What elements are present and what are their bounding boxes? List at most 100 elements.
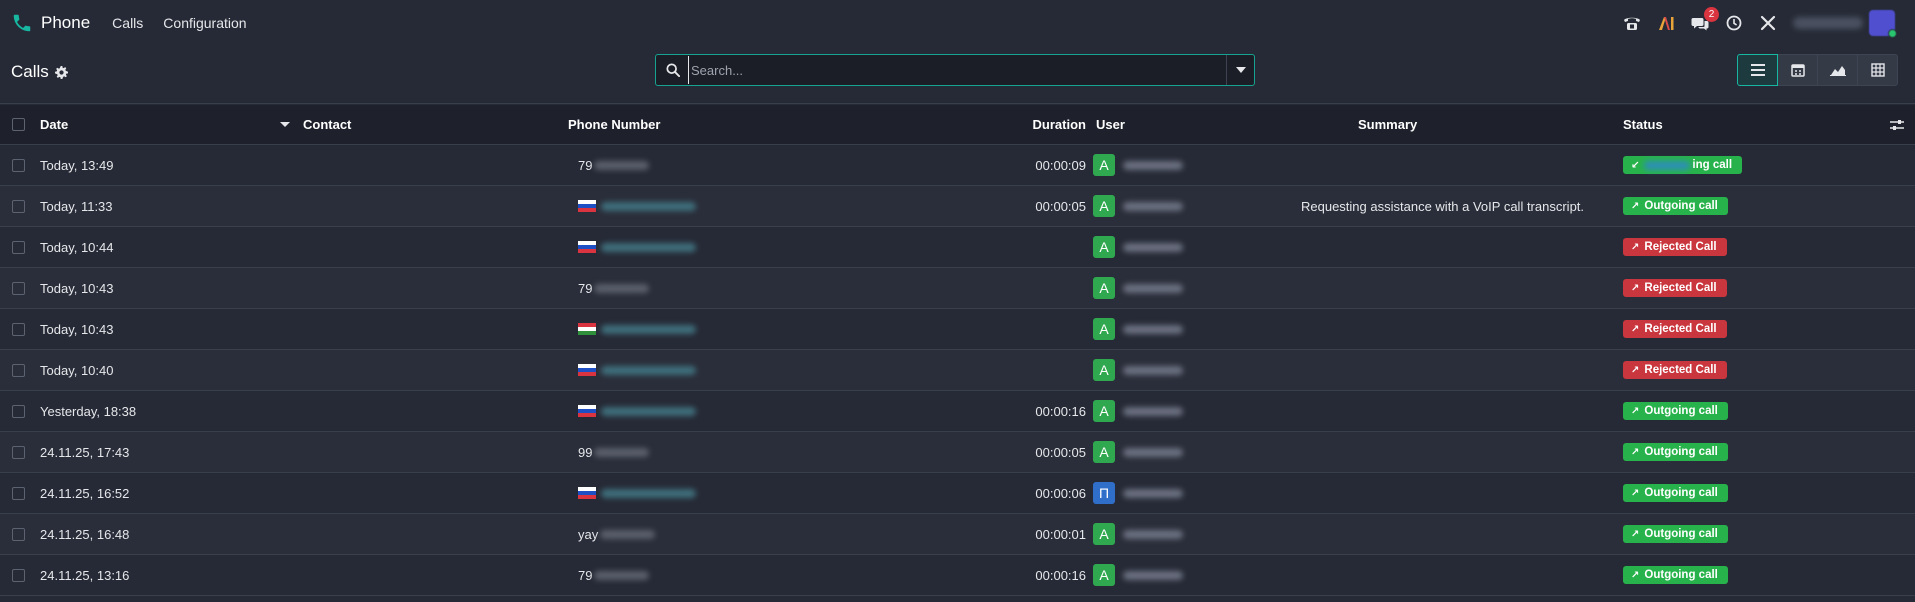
user-avatar-initial: A — [1093, 441, 1115, 463]
phone-number-blurred — [601, 365, 696, 375]
call-date: Yesterday, 18:38 — [40, 403, 137, 419]
arrow-up-right-icon: ↗ — [1631, 569, 1640, 581]
user-avatar[interactable] — [1869, 10, 1897, 38]
call-date: Today, 13:49 — [40, 157, 114, 173]
calendar-view-button[interactable] — [1777, 54, 1818, 86]
user-avatar-initial: A — [1093, 400, 1115, 422]
arrow-up-right-icon: ↗ — [1631, 405, 1640, 417]
call-user: A — [1093, 400, 1183, 422]
table-row[interactable]: Today, 10:43 79 A ↗ Rejected Call — [0, 268, 1915, 309]
row-checkbox[interactable] — [12, 281, 25, 295]
row-checkbox[interactable] — [12, 322, 25, 336]
call-duration: 00:00:06 — [1035, 485, 1086, 501]
call-user: A — [1093, 236, 1183, 258]
select-all-checkbox[interactable] — [12, 118, 25, 131]
arrow-up-right-icon: ↗ — [1631, 241, 1640, 253]
column-duration[interactable]: Duration — [1033, 117, 1086, 132]
gear-icon[interactable] — [55, 65, 69, 79]
voip-phone-icon[interactable] — [1621, 12, 1643, 34]
calendar-icon — [1790, 64, 1805, 77]
row-checkbox[interactable] — [12, 568, 25, 582]
table-row[interactable]: 24.11.25, 17:43 99 00:00:05 A ↗ Outgoing… — [0, 432, 1915, 473]
call-duration: 00:00:16 — [1035, 403, 1086, 419]
table-row[interactable]: Today, 10:43 A ↗ Rejected Call — [0, 309, 1915, 350]
user-avatar-initial: A — [1093, 195, 1115, 217]
call-date: Today, 10:40 — [40, 362, 114, 378]
column-user[interactable]: User — [1096, 117, 1125, 132]
top-navbar: Phone Calls Configuration 2 — [0, 0, 1915, 46]
breadcrumb: Calls — [11, 62, 69, 82]
menu-calls[interactable]: Calls — [112, 15, 143, 31]
table-row[interactable]: Today, 13:49 79 00:00:09 A ↙ ing call — [0, 145, 1915, 186]
call-user: П — [1093, 482, 1183, 504]
ai-logo-icon[interactable] — [1655, 12, 1677, 34]
phone-number-prefix: 99 — [578, 444, 593, 460]
table-row[interactable]: 24.11.25, 16:48 yay 00:00:01 A ↗ Outgoin… — [0, 514, 1915, 555]
graph-view-button[interactable] — [1817, 54, 1858, 86]
table-row[interactable]: Today, 10:44 A ↗ Rejected Call — [0, 227, 1915, 268]
tools-icon[interactable] — [1757, 12, 1779, 34]
search-options-toggle[interactable] — [1226, 55, 1254, 85]
call-user: A — [1093, 359, 1183, 381]
menu-configuration[interactable]: Configuration — [163, 15, 246, 31]
arrow-up-right-icon: ↗ — [1631, 446, 1640, 458]
column-date[interactable]: Date — [40, 117, 68, 132]
call-date: 24.11.25, 16:52 — [40, 485, 130, 501]
status-badge: ↙ ing call — [1623, 156, 1743, 174]
arrow-up-right-icon: ↗ — [1631, 487, 1640, 499]
optional-columns-icon[interactable] — [1889, 117, 1905, 133]
row-checkbox[interactable] — [12, 486, 25, 500]
status-label: ing call — [1692, 159, 1733, 171]
user-name-blurred — [1123, 447, 1183, 457]
user-name-blurred — [1123, 324, 1183, 334]
list-icon — [1750, 64, 1765, 76]
call-phone-number — [578, 487, 696, 499]
call-phone-number — [578, 200, 696, 212]
row-checkbox[interactable] — [12, 404, 25, 418]
status-badge: ↗ Rejected Call — [1623, 279, 1727, 297]
column-phone[interactable]: Phone Number — [568, 117, 660, 132]
call-user: A — [1093, 523, 1183, 545]
table-row[interactable]: Today, 10:40 A ↗ Rejected Call — [0, 350, 1915, 391]
status-label: Rejected Call — [1644, 241, 1717, 253]
status-badge: ↗ Outgoing call — [1623, 197, 1728, 215]
phone-number-prefix: 79 — [578, 280, 593, 296]
search-input[interactable] — [688, 56, 1226, 84]
table-row[interactable]: Today, 11:33 00:00:05 A Requesting assis… — [0, 186, 1915, 227]
phone-number-blurred — [594, 570, 650, 580]
pivot-view-button[interactable] — [1857, 54, 1898, 86]
status-label: Rejected Call — [1644, 323, 1717, 335]
call-phone-number: 79 — [578, 568, 650, 583]
call-duration: 00:00:01 — [1035, 526, 1086, 542]
table-row[interactable]: 24.11.25, 16:52 00:00:06 П ↗ Outgoing ca… — [0, 473, 1915, 514]
table-header: Date Contact Phone Number Duration User … — [0, 105, 1915, 145]
messages-icon[interactable]: 2 — [1689, 7, 1719, 34]
call-date: 24.11.25, 17:43 — [40, 444, 130, 460]
row-checkbox[interactable] — [12, 445, 25, 459]
user-name-blurred[interactable] — [1793, 17, 1863, 29]
row-checkbox[interactable] — [12, 240, 25, 254]
clock-icon[interactable] — [1723, 12, 1745, 34]
phone-number-blurred — [601, 406, 696, 416]
list-view-button[interactable] — [1737, 54, 1778, 86]
table-row[interactable]: Yesterday, 18:38 00:00:16 A ↗ Outgoing c… — [0, 391, 1915, 432]
column-contact[interactable]: Contact — [303, 117, 351, 132]
online-status-dot — [1888, 29, 1897, 38]
column-status[interactable]: Status — [1623, 117, 1663, 132]
call-phone-number: 79 — [578, 280, 650, 296]
status-label: Outgoing call — [1644, 200, 1718, 212]
column-summary[interactable]: Summary — [1358, 117, 1417, 132]
row-checkbox[interactable] — [12, 199, 25, 213]
user-avatar-initial: A — [1093, 154, 1115, 176]
row-checkbox[interactable] — [12, 527, 25, 541]
row-checkbox[interactable] — [12, 158, 25, 172]
row-checkbox[interactable] — [12, 363, 25, 377]
table-row[interactable]: 24.11.25, 13:16 79 00:00:16 A ↗ Outgoing… — [0, 555, 1915, 596]
phone-number-blurred — [594, 160, 650, 170]
app-brand[interactable]: Phone — [10, 11, 90, 35]
call-user: A — [1093, 441, 1183, 463]
ru-flag-icon — [578, 200, 596, 212]
call-phone-number: 79 — [578, 158, 650, 173]
status-label: Rejected Call — [1644, 282, 1717, 294]
call-phone-number: yay — [578, 527, 656, 542]
